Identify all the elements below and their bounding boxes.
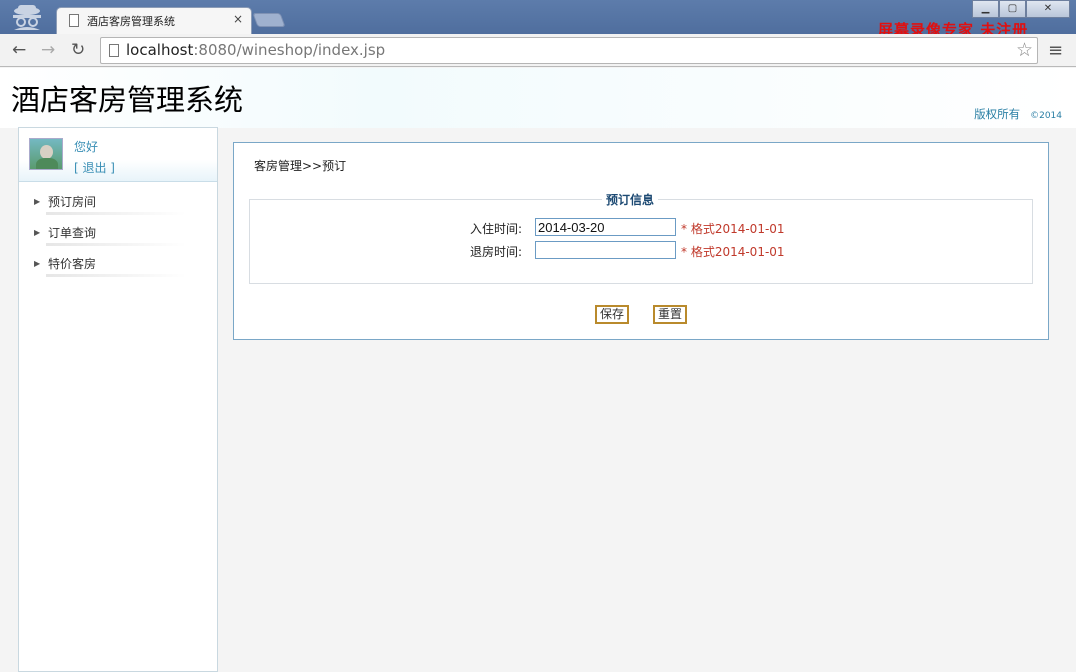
browser-menu-icon[interactable]: ≡ [1048,40,1063,61]
tab-title: 酒店客房管理系统 [87,15,175,28]
checkin-input[interactable] [535,218,676,236]
sidebar-item-order-query[interactable]: ▶ 订单查询 [34,224,194,248]
new-tab-button[interactable] [252,13,286,27]
reload-icon[interactable]: ↻ [71,40,85,60]
logout-link[interactable]: [ 退出 ] [74,159,115,176]
user-box: 您好 [ 退出 ] [19,128,217,182]
system-title: 酒店客房管理系统 [11,83,244,117]
maximize-icon[interactable]: ▢ [999,0,1026,18]
url-path: :8080/wineshop/index.jsp [193,41,386,59]
site-header: 酒店客房管理系统 版权所有 ©2014 [0,68,1076,128]
forward-icon[interactable]: → [41,40,55,60]
page: 酒店客房管理系统 版权所有 ©2014 您好 [ 退出 ] ▶ 预订房间 ▶ 订单… [0,68,1076,672]
breadcrumb: 客房管理>>预订 [254,159,347,173]
close-tab-icon[interactable]: × [233,12,243,26]
caret-right-icon: ▶ [34,228,41,237]
checkout-label: 退房时间: [469,245,522,259]
back-icon[interactable]: ← [12,40,26,60]
checkin-label: 入住时间: [469,222,522,236]
page-icon [109,44,119,57]
sidebar-item-label: 特价客房 [48,257,97,271]
page-icon [69,14,79,27]
save-button[interactable]: 保存 [595,305,629,324]
browser-titlebar: 酒店客房管理系统 × ▁ ▢ ✕ 屏幕录像专家 未注册 [0,0,1076,39]
window-controls: ▁ ▢ ✕ [972,0,1070,18]
fieldset-legend: 预订信息 [602,191,659,208]
sidebar-item-label: 订单查询 [48,226,97,240]
window-close-icon[interactable]: ✕ [1026,0,1070,18]
reset-button[interactable]: 重置 [653,305,687,324]
browser-tab[interactable]: 酒店客房管理系统 × [56,7,252,34]
checkout-format-hint: * 格式2014-01-01 [681,245,785,259]
incognito-icon [8,3,46,31]
greeting: 您好 [74,140,99,154]
copyright-text: 版权所有 [974,107,1021,121]
sidebar-item-book-room[interactable]: ▶ 预订房间 [34,193,194,217]
caret-right-icon: ▶ [34,197,41,206]
bookmark-star-icon[interactable]: ☆ [1016,39,1033,61]
copyright-year: ©2014 [1030,111,1062,121]
caret-right-icon: ▶ [34,259,41,268]
sidebar-item-special-rooms[interactable]: ▶ 特价客房 [34,255,194,279]
url-host: localhost [126,41,194,59]
copyright: 版权所有 ©2014 [974,106,1062,122]
checkin-format-hint: * 格式2014-01-01 [681,222,785,236]
address-bar[interactable]: localhost:8080/wineshop/index.jsp ☆ [100,37,1038,64]
url-text[interactable]: localhost:8080/wineshop/index.jsp [126,41,385,59]
booking-panel: 客房管理>>预订 预订信息 入住时间: * 格式2014-01-01 退房时间:… [233,142,1049,340]
minimize-icon[interactable]: ▁ [972,0,999,18]
sidebar: 您好 [ 退出 ] ▶ 预订房间 ▶ 订单查询 ▶ 特价客房 [18,127,218,672]
browser-toolbar: ← → ↻ localhost:8080/wineshop/index.jsp … [0,34,1076,67]
checkout-input[interactable] [535,241,676,259]
avatar [29,138,63,170]
sidebar-item-label: 预订房间 [48,195,97,209]
